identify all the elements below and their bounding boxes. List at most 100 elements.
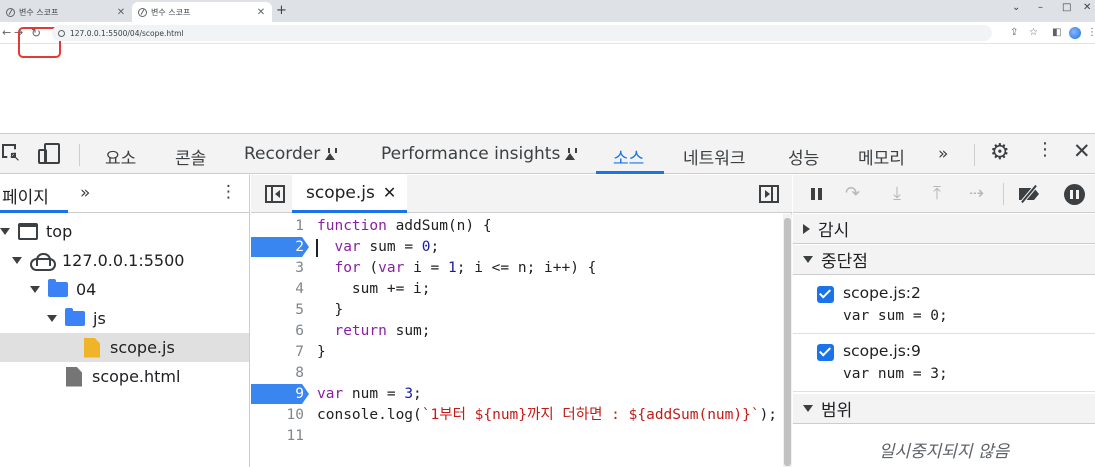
line-number[interactable]: 11 (251, 426, 309, 446)
divider (79, 144, 80, 166)
editor-scrollbar[interactable] (783, 214, 792, 467)
watch-section-header[interactable]: 감시 (793, 214, 1095, 244)
tree-item-top[interactable]: top (0, 217, 249, 246)
side-panel-icon[interactable]: ◧ (1052, 27, 1061, 38)
section-title: 감시 (818, 221, 850, 241)
tree-item-label: 04 (76, 280, 97, 299)
browser-tab-title: 변수 스코프 (19, 7, 59, 17)
line-number[interactable]: 8 (251, 363, 309, 383)
line-number-breakpoint[interactable]: 9 (251, 384, 309, 404)
divider (1003, 183, 1004, 205)
line-number[interactable]: 4 (251, 279, 309, 299)
breakpoint-item[interactable]: scope.js:9 var num = 3; (793, 334, 1095, 392)
tab-memory[interactable]: 메모리 (858, 144, 905, 169)
line-number[interactable]: 10 (251, 405, 309, 425)
expand-arrow-icon[interactable] (0, 228, 10, 235)
profile-avatar[interactable] (1069, 27, 1081, 39)
expand-arrow-icon[interactable] (30, 286, 40, 293)
tab-recorder[interactable]: Recorder (244, 144, 338, 164)
maximize-button[interactable]: □ (1062, 2, 1071, 13)
debugger-toolbar: ↷ ⤓ ⤒ ⇢ (793, 175, 1095, 213)
browser-tab-active[interactable]: 변수 스코프 ✕ (132, 2, 272, 22)
more-navigator-tabs-button[interactable]: » (80, 183, 90, 203)
customize-menu-icon[interactable]: ⋮ (1036, 141, 1054, 159)
source-editor: scope.js ✕ 1 2 3 4 5 6 7 8 9 10 11 funct… (251, 175, 792, 467)
pause-on-exceptions-icon[interactable] (1064, 184, 1085, 205)
toggle-navigator-icon[interactable] (265, 185, 285, 203)
tab-elements[interactable]: 요소 (105, 144, 136, 169)
line-number[interactable]: 7 (251, 342, 309, 362)
tab-sources[interactable]: 소스 (613, 144, 644, 169)
globe-icon (6, 7, 15, 17)
pause-resume-icon[interactable] (811, 188, 823, 200)
code-line: sum += i; (317, 281, 431, 297)
more-tabs-button[interactable]: » (938, 144, 948, 164)
code-line: var sum = 0; (334, 239, 440, 255)
code-area[interactable]: function addSum(n) { var sum = 0; for (v… (317, 214, 783, 467)
close-tab-icon[interactable]: ✕ (256, 7, 266, 18)
cloud-icon (30, 253, 56, 271)
tree-item-label: js (93, 309, 106, 328)
line-number[interactable]: 6 (251, 321, 309, 341)
minimize-button[interactable]: – (1038, 2, 1043, 13)
back-icon[interactable]: ← (2, 26, 11, 39)
deactivate-breakpoints-icon[interactable] (1019, 184, 1045, 204)
file-tab-scope-js[interactable]: scope.js ✕ (292, 175, 407, 213)
menu-icon[interactable]: ⋮ (1087, 27, 1095, 38)
scrollbar-thumb[interactable] (784, 218, 791, 466)
line-number[interactable]: 1 (251, 216, 309, 236)
tab-network[interactable]: 네트워크 (683, 144, 746, 169)
share-icon[interactable]: ⇪ (1010, 27, 1018, 38)
line-number[interactable]: 5 (251, 300, 309, 320)
step-out-icon[interactable]: ⤒ (933, 183, 941, 205)
site-info-icon[interactable] (58, 29, 65, 37)
url-bar[interactable]: 127.0.0.1:5500/04/scope.html (52, 25, 992, 41)
settings-gear-icon[interactable]: ⚙ (990, 142, 1010, 164)
close-devtools-icon[interactable]: ✕ (1073, 141, 1091, 162)
step-into-icon[interactable]: ⤓ (893, 183, 901, 205)
close-file-icon[interactable]: ✕ (383, 183, 396, 202)
tree-item-scope-html[interactable]: scope.html (0, 362, 249, 391)
tree-item-label: scope.js (110, 338, 175, 357)
step-icon[interactable]: ⇢ (969, 183, 984, 205)
line-number[interactable]: 3 (251, 258, 309, 278)
tree-item-folder-js[interactable]: js (0, 304, 249, 333)
device-toolbar-icon[interactable] (38, 142, 62, 166)
line-number-breakpoint[interactable]: 2 (251, 237, 309, 257)
step-over-icon[interactable]: ↷ (845, 183, 860, 205)
toggle-debugger-icon[interactable] (759, 185, 779, 203)
navigator-tab-indicator (0, 210, 68, 213)
inspect-element-icon[interactable]: ↖ (2, 144, 22, 164)
tab-performance[interactable]: 성능 (788, 144, 819, 169)
breakpoint-code: var num = 3; (843, 366, 948, 382)
tree-item-origin[interactable]: 127.0.0.1:5500 (0, 246, 249, 275)
debugger-sidebar: ↷ ⤓ ⤒ ⇢ 감시 중단점 scope.js:2 var sum = 0; s… (793, 175, 1095, 467)
tab-performance-insights[interactable]: Performance insights (381, 144, 578, 164)
tab-search-icon[interactable]: ⌄ (1012, 2, 1020, 13)
expand-arrow-icon[interactable] (47, 315, 57, 322)
close-window-button[interactable]: ✕ (1083, 2, 1091, 13)
scope-section-header[interactable]: 범위 (793, 394, 1095, 424)
collapse-arrow-icon (803, 256, 813, 263)
navigator-menu-icon[interactable]: ⋮ (220, 182, 237, 202)
breakpoint-checkbox[interactable] (817, 344, 834, 361)
new-tab-button[interactable]: + (276, 3, 287, 18)
breakpoint-checkbox[interactable] (817, 286, 834, 303)
navigator-header: 페이지 » ⋮ (0, 175, 250, 213)
browser-tab[interactable]: 변수 스코프 ✕ (0, 2, 132, 22)
tab-page[interactable]: 페이지 (2, 183, 49, 208)
tree-item-scope-js[interactable]: scope.js (0, 333, 249, 362)
code-line: var num = 3; (317, 386, 422, 402)
tab-console[interactable]: 콘솔 (175, 144, 206, 169)
breakpoint-item[interactable]: scope.js:2 var sum = 0; (793, 276, 1095, 334)
breakpoint-location: scope.js:2 (843, 284, 921, 302)
bookmark-star-icon[interactable]: ☆ (1029, 27, 1038, 38)
file-tab-label: scope.js (306, 182, 375, 203)
line-gutter[interactable]: 1 2 3 4 5 6 7 8 9 10 11 (251, 214, 313, 467)
breakpoints-section-header[interactable]: 중단점 (793, 245, 1095, 275)
devtools-panel: ↖ 요소 콘솔 Recorder Performance insights 소스… (0, 133, 1095, 467)
expand-arrow-icon[interactable] (12, 257, 22, 264)
tree-item-label: scope.html (92, 367, 181, 386)
tree-item-folder-04[interactable]: 04 (0, 275, 249, 304)
close-tab-icon[interactable]: ✕ (116, 7, 126, 18)
